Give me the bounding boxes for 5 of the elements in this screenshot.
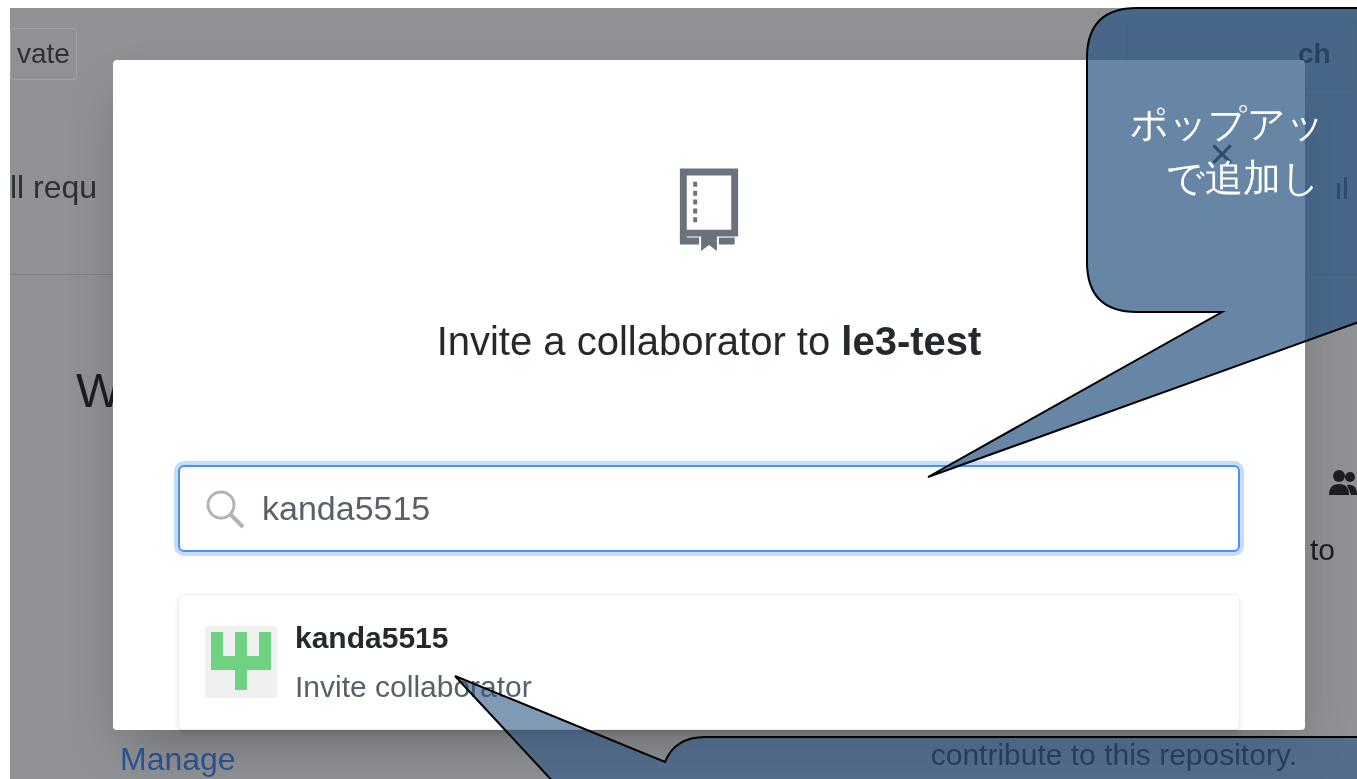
callout-text: ポップアッ [1130, 101, 1325, 146]
side-text: to [1309, 532, 1335, 568]
username: kanda5515 [295, 619, 450, 656]
visibility-badge: vate [10, 28, 77, 80]
dialog-title: Invite a collaborator to le3-test [436, 317, 982, 365]
